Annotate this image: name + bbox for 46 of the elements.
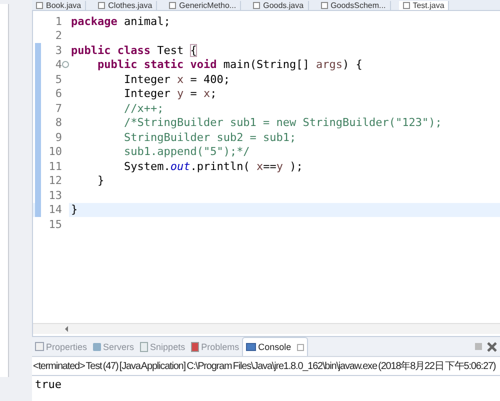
code-line: StringBuilder sub2 = sub1; [122,130,296,144]
problems-icon [191,342,200,352]
line-number: 11 [48,160,62,173]
line-number: 12 [48,174,62,188]
code-line: //x++; [122,102,164,115]
code-line: } [70,203,78,216]
line-number: 15 [48,218,62,231]
code-line: sub1.append("5");*/ [122,145,250,158]
code-line: System.out.println( x==y ); [122,160,303,173]
editor-tab[interactable]: GoodsSchem... [316,1,391,10]
code-line: Integer x = 400; [122,72,230,86]
line-number: 2 [55,29,62,42]
editor-tab[interactable]: Clothes.java [94,1,158,10]
line-number: 7 [55,102,62,115]
code-line: package animal; [70,14,170,28]
scroll-left-icon[interactable] [65,326,68,332]
view-tab[interactable]: Console [242,337,308,356]
editor-tab[interactable]: Book.java [32,1,86,10]
line-number: 4 [55,58,62,72]
line-number: 1 [55,14,62,28]
code-line: Integer y = x; [122,87,217,100]
line-number: 6 [55,87,62,100]
code-line: } [96,174,104,188]
editor-tab[interactable]: Goods.java [249,1,309,10]
line-number: 9 [55,130,62,144]
servers-icon [93,342,102,350]
snippets-icon [140,342,148,352]
close-icon[interactable] [487,342,497,352]
code-line: /*StringBuilder sub1 = new StringBuilder("123"); [122,116,442,130]
line-number: 8 [55,116,62,130]
horizontal-scrollbar[interactable] [33,323,500,334]
line-number: 14 [48,203,62,216]
properties-icon [35,342,44,351]
console-output: true [34,377,62,393]
line-number: 13 [48,188,62,202]
line-number: 3 [55,44,62,57]
editor-tab[interactable]: Test.java [398,1,450,10]
editor-tab[interactable]: GenericMetho... [165,1,242,10]
monitor-icon [246,343,256,351]
code-line: public class Test { [70,44,197,57]
close-icon[interactable] [297,344,304,350]
console-header: <terminated> Test (47) [Java Application] C:\Program Files\Java\jre1.8.0_162\bin\javaw.exe (2018年8月22日 下午5:06:27) [32,357,500,376]
line-number: 10 [48,145,62,158]
line-number: 5 [55,72,62,86]
code-line: public static void main(String[] args) { [96,58,362,72]
fold-icon[interactable] [62,61,69,68]
